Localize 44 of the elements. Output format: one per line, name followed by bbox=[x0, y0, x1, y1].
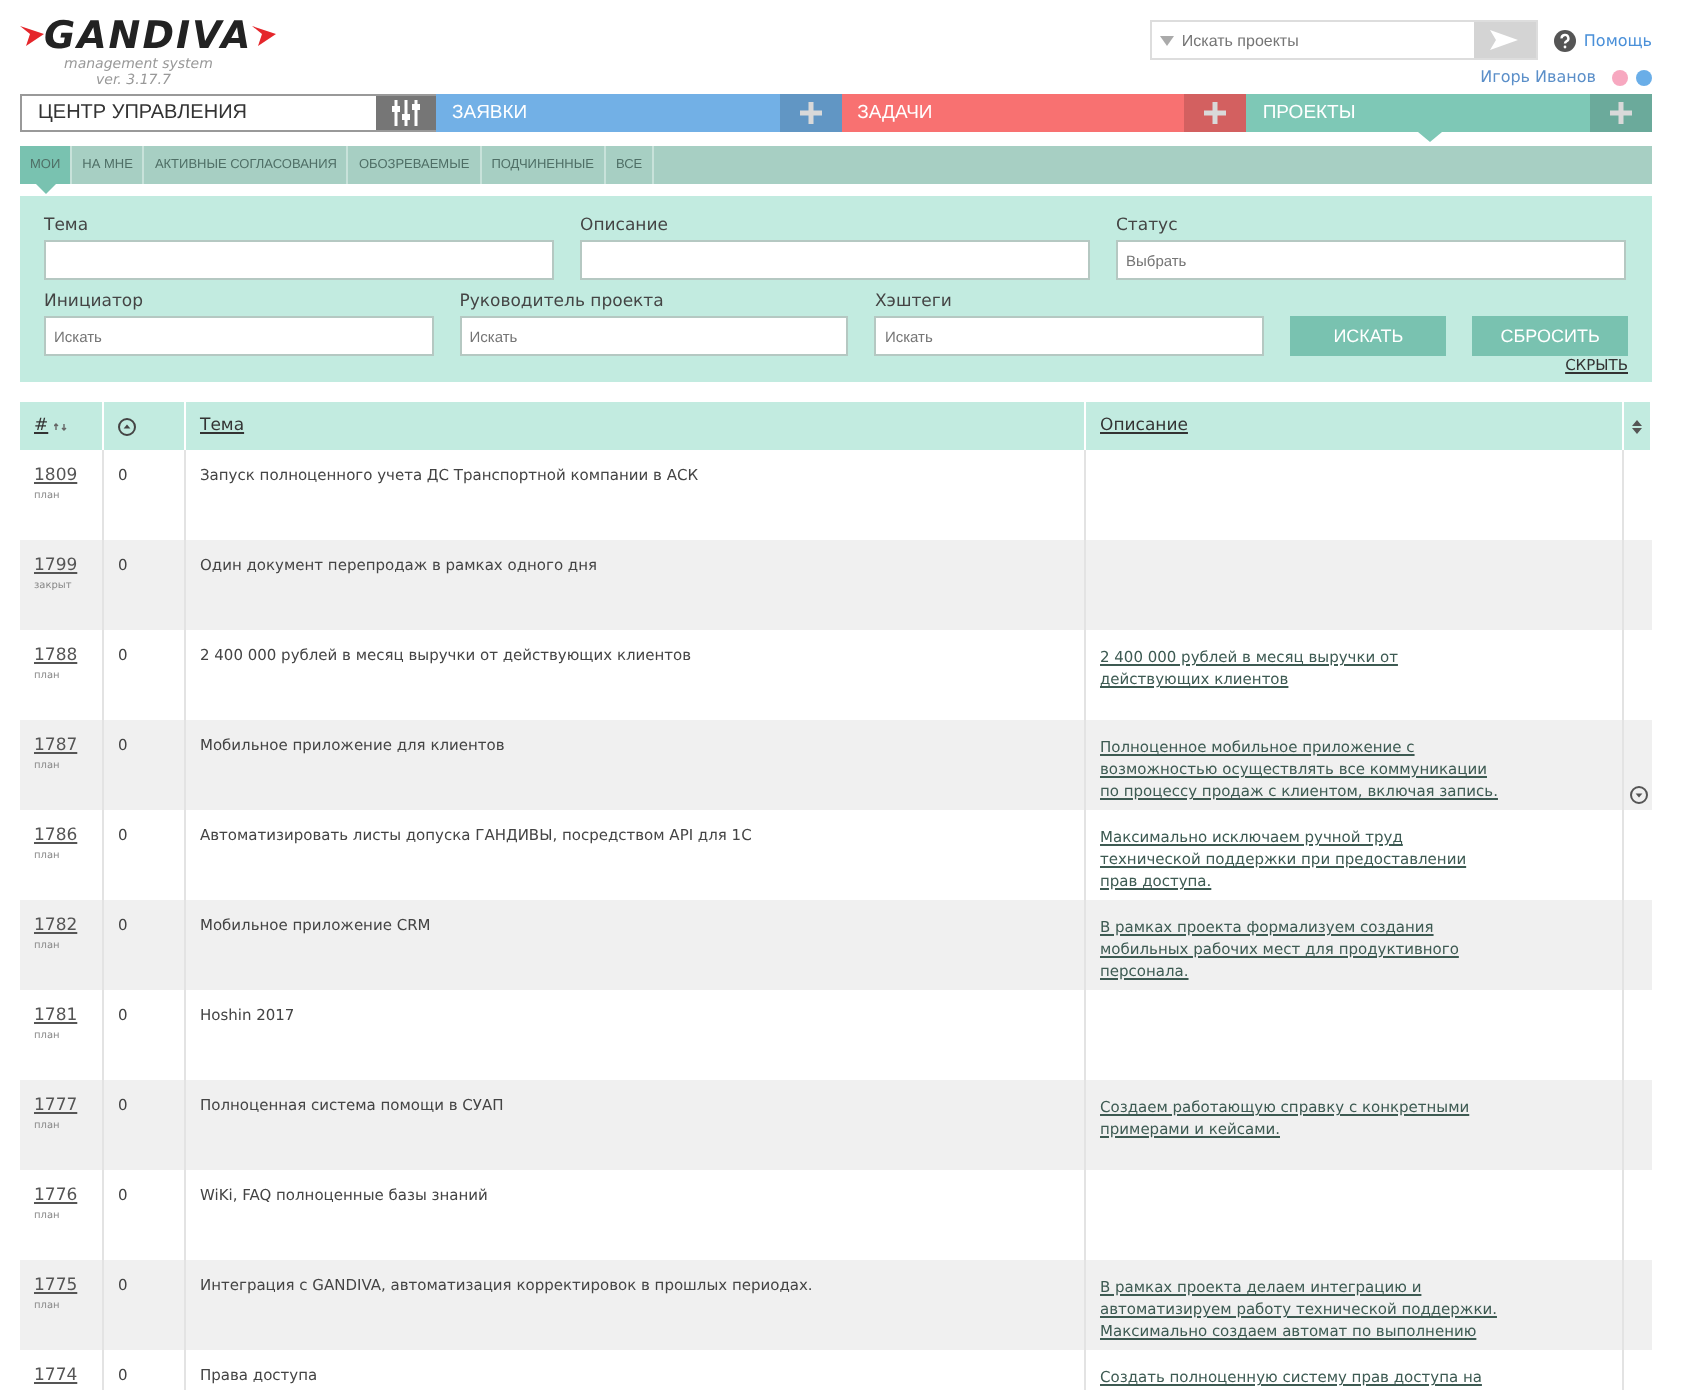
search-field[interactable]: Искать проекты bbox=[1149, 20, 1538, 60]
project-id-link[interactable]: 1776 bbox=[34, 1186, 78, 1206]
project-id-link[interactable]: 1786 bbox=[34, 826, 78, 846]
field-label: Хэштеги bbox=[874, 292, 954, 312]
project-id-link[interactable]: 1782 bbox=[34, 916, 78, 936]
add-button[interactable] bbox=[779, 94, 842, 132]
field-label: Инициатор bbox=[44, 292, 146, 312]
status-dot[interactable] bbox=[1636, 69, 1652, 85]
project-id-link[interactable]: 1809 bbox=[34, 466, 78, 486]
field-label: Руководитель проекта bbox=[459, 292, 666, 312]
project-id-link[interactable]: 1774 bbox=[34, 1366, 78, 1386]
filter-input-field[interactable] bbox=[44, 240, 554, 280]
arrow-icon bbox=[20, 26, 44, 46]
column-header[interactable]: Тема bbox=[200, 416, 245, 436]
filter-input-field[interactable] bbox=[580, 240, 1090, 280]
arrow-icon bbox=[252, 26, 277, 46]
column-header[interactable]: Описание bbox=[1100, 416, 1188, 436]
help-icon bbox=[1553, 29, 1576, 51]
sort-icon[interactable] bbox=[1632, 419, 1642, 433]
project-id-link[interactable]: 1799 bbox=[34, 556, 78, 576]
field-label: Описание bbox=[580, 216, 670, 236]
plus-icon bbox=[1202, 100, 1229, 126]
add-button[interactable] bbox=[1184, 94, 1247, 132]
project-id-link[interactable]: 1787 bbox=[34, 736, 78, 756]
add-button[interactable] bbox=[1590, 94, 1653, 132]
logo-text: GANDIVA bbox=[44, 16, 253, 56]
project-id-link[interactable]: 1777 bbox=[34, 1096, 78, 1116]
send-icon bbox=[1490, 30, 1519, 50]
down-circle-icon[interactable] bbox=[1629, 786, 1647, 804]
dropdown-caret-icon bbox=[1159, 35, 1174, 45]
project-id-link[interactable]: 1775 bbox=[34, 1276, 78, 1296]
up-circle-icon[interactable] bbox=[118, 417, 136, 435]
settings-button[interactable] bbox=[376, 96, 436, 130]
plus-icon bbox=[797, 100, 824, 126]
plus-icon bbox=[1608, 100, 1635, 126]
column-header[interactable]: # bbox=[34, 416, 49, 436]
field-label: Тема bbox=[44, 216, 91, 236]
send-button[interactable] bbox=[1473, 22, 1536, 58]
project-id-link[interactable]: 1788 bbox=[34, 646, 78, 666]
sliders-icon bbox=[390, 100, 422, 126]
status-dot[interactable] bbox=[1612, 69, 1628, 85]
sort-icon[interactable] bbox=[54, 421, 69, 431]
field-label: Статус bbox=[1116, 216, 1180, 236]
project-id-link[interactable]: 1781 bbox=[34, 1006, 78, 1026]
